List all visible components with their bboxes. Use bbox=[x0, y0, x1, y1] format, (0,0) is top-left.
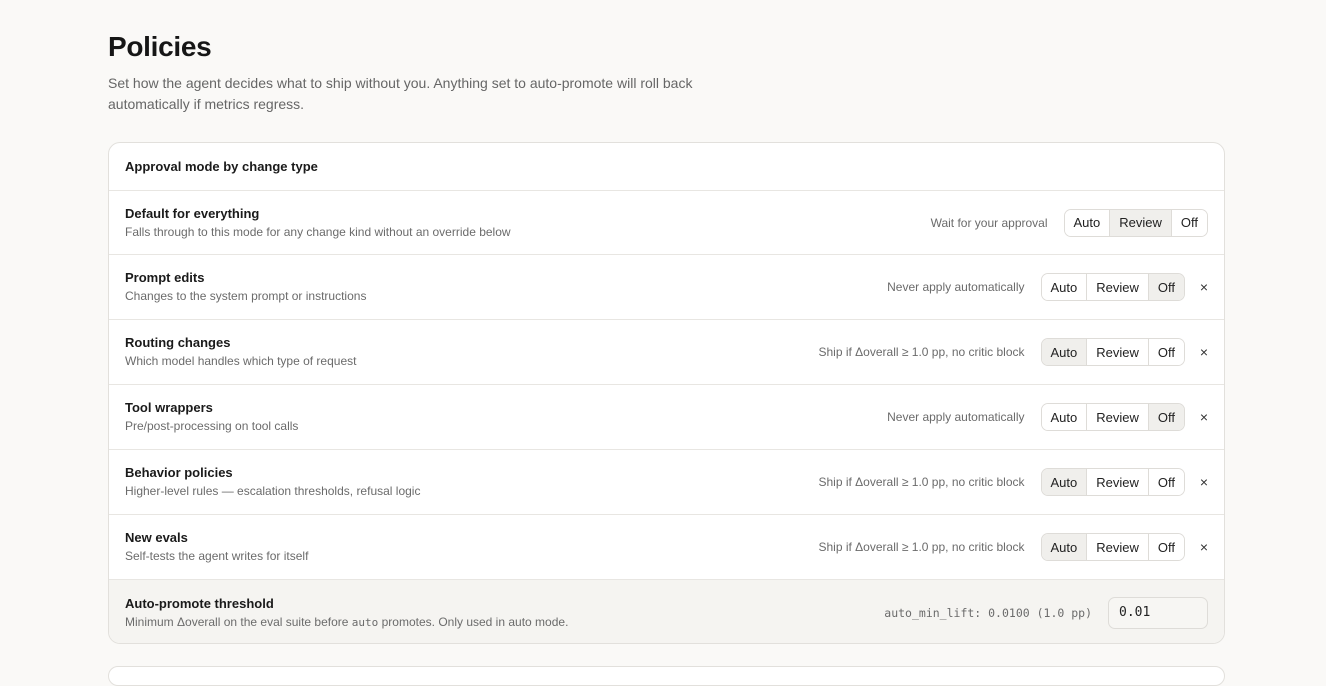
mode-option-auto[interactable]: Auto bbox=[1041, 534, 1087, 560]
row-title: New evals bbox=[125, 530, 188, 545]
row-status: Never apply automatically bbox=[887, 280, 1025, 294]
mode-option-off[interactable]: Off bbox=[1147, 339, 1184, 365]
page-subtitle: Set how the agent decides what to ship w… bbox=[108, 75, 693, 112]
remove-override-icon[interactable]: × bbox=[1191, 534, 1217, 560]
page-title: Policies bbox=[108, 31, 212, 62]
remove-override-icon[interactable]: × bbox=[1191, 404, 1217, 430]
approval-mode-toggle: Auto Review Off bbox=[1040, 468, 1185, 496]
row-status: Ship if Δoverall ≥ 1.0 pp, no critic blo… bbox=[818, 540, 1025, 554]
mode-option-off[interactable]: Off bbox=[1147, 404, 1184, 430]
approval-rows: Default for everything Falls through to t… bbox=[109, 191, 1224, 580]
approval-row: Prompt edits Changes to the system prompt… bbox=[109, 255, 1224, 320]
row-status: Ship if Δoverall ≥ 1.0 pp, no critic blo… bbox=[818, 345, 1025, 359]
approval-mode-toggle: Auto Review Off bbox=[1040, 338, 1185, 366]
row-desc: Falls through to this mode for any chang… bbox=[125, 224, 511, 239]
row-desc: Changes to the system prompt or instruct… bbox=[125, 289, 367, 303]
threshold-title: Auto-promote threshold bbox=[125, 595, 274, 611]
threshold-input[interactable]: 0.01 bbox=[1108, 596, 1208, 629]
mode-option-auto[interactable]: Auto bbox=[1041, 469, 1087, 495]
row-title: Tool wrappers bbox=[125, 400, 213, 415]
approval-row: Routing changes Which model handles which… bbox=[109, 320, 1224, 385]
mode-option-review[interactable]: Review bbox=[1086, 274, 1148, 300]
row-title: Behavior policies bbox=[125, 465, 233, 480]
mode-option-review[interactable]: Review bbox=[1086, 469, 1148, 495]
mode-option-review[interactable]: Review bbox=[1086, 404, 1148, 430]
mode-option-auto[interactable]: Auto bbox=[1041, 274, 1087, 300]
remove-override-icon[interactable]: × bbox=[1191, 469, 1217, 495]
mode-option-off[interactable]: Off bbox=[1147, 469, 1184, 495]
mode-option-review[interactable]: Review bbox=[1086, 534, 1148, 560]
approval-mode-toggle: Auto Review Off bbox=[1063, 208, 1208, 237]
row-title: Routing changes bbox=[125, 335, 231, 350]
approval-mode-toggle: Auto Review Off bbox=[1040, 403, 1185, 431]
mode-option-auto[interactable]: Auto bbox=[1064, 209, 1110, 236]
card-header: Approval mode by change type bbox=[109, 143, 1224, 191]
next-card bbox=[108, 666, 1225, 686]
row-status: Ship if Δoverall ≥ 1.0 pp, no critic blo… bbox=[818, 475, 1025, 489]
row-title: Prompt edits bbox=[125, 270, 205, 285]
remove-override-icon[interactable]: × bbox=[1191, 339, 1217, 365]
mode-option-auto[interactable]: Auto bbox=[1041, 404, 1087, 430]
approval-row: Default for everything Falls through to t… bbox=[109, 191, 1224, 255]
approval-mode-card: Approval mode by change type Default for… bbox=[108, 142, 1225, 644]
approval-row: Behavior policies Higher-level rules — es… bbox=[109, 450, 1224, 515]
row-status: Never apply automatically bbox=[887, 410, 1025, 424]
mode-option-off[interactable]: Off bbox=[1170, 209, 1207, 236]
row-desc: Which model handles which type of reques… bbox=[125, 354, 357, 368]
threshold-desc: Minimum Δoverall on the eval suite befor… bbox=[125, 614, 569, 629]
threshold-row: Auto-promote threshold Minimum Δoverall … bbox=[109, 580, 1224, 643]
row-desc: Pre/post-processing on tool calls bbox=[125, 419, 299, 433]
row-status: Wait for your approval bbox=[930, 215, 1048, 230]
row-desc: Higher-level rules — escalation threshol… bbox=[125, 484, 421, 498]
approval-row: New evals Self-tests the agent writes for… bbox=[109, 515, 1224, 580]
row-title: Default for everything bbox=[125, 205, 260, 221]
approval-mode-toggle: Auto Review Off bbox=[1040, 273, 1185, 301]
remove-override-icon[interactable]: × bbox=[1191, 274, 1217, 300]
auto-code: auto bbox=[351, 615, 379, 629]
mode-option-off[interactable]: Off bbox=[1147, 274, 1184, 300]
threshold-readout: auto_min_lift: 0.0100 (1.0 pp) bbox=[884, 605, 1092, 620]
approval-mode-toggle: Auto Review Off bbox=[1040, 533, 1185, 561]
mode-option-review[interactable]: Review bbox=[1109, 209, 1171, 236]
mode-option-auto[interactable]: Auto bbox=[1041, 339, 1087, 365]
row-desc: Self-tests the agent writes for itself bbox=[125, 549, 309, 563]
mode-option-off[interactable]: Off bbox=[1147, 534, 1184, 560]
approval-row: Tool wrappers Pre/post-processing on tool… bbox=[109, 385, 1224, 450]
mode-option-review[interactable]: Review bbox=[1086, 339, 1148, 365]
